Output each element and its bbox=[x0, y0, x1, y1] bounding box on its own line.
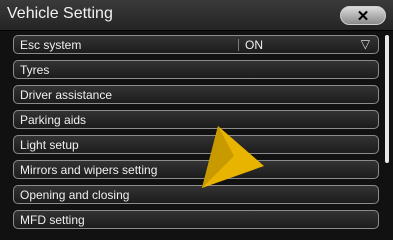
menu-item-mfd-setting[interactable]: MFD setting bbox=[13, 210, 379, 229]
menu-item-label: MFD setting bbox=[20, 213, 85, 227]
window-title: Vehicle Setting bbox=[7, 5, 113, 22]
menu-item-label: Opening and closing bbox=[20, 188, 130, 202]
menu-item-label: Tyres bbox=[20, 63, 50, 77]
menu-item-driver-assistance[interactable]: Driver assistance bbox=[13, 85, 379, 104]
arrow-pointer-icon bbox=[202, 126, 264, 188]
esc-system-value: ON bbox=[245, 38, 263, 52]
esc-system-row[interactable]: Esc system ON ▽ bbox=[13, 35, 379, 54]
close-icon: ✕ bbox=[356, 7, 370, 25]
title-bar: Vehicle Setting ✕ bbox=[0, 0, 393, 31]
scrollbar[interactable] bbox=[385, 35, 391, 233]
menu-item-label: Light setup bbox=[20, 138, 79, 152]
menu-item-label: Driver assistance bbox=[20, 88, 113, 102]
scrollbar-thumb[interactable] bbox=[385, 35, 389, 163]
menu-item-label: Mirrors and wipers setting bbox=[20, 163, 158, 177]
menu-item-tyres[interactable]: Tyres bbox=[13, 60, 379, 79]
close-button[interactable]: ✕ bbox=[340, 6, 386, 25]
row-divider bbox=[238, 39, 239, 51]
esc-system-label: Esc system bbox=[20, 38, 82, 52]
menu-item-label: Parking aids bbox=[20, 113, 87, 127]
dropdown-arrow-icon[interactable]: ▽ bbox=[361, 37, 370, 51]
